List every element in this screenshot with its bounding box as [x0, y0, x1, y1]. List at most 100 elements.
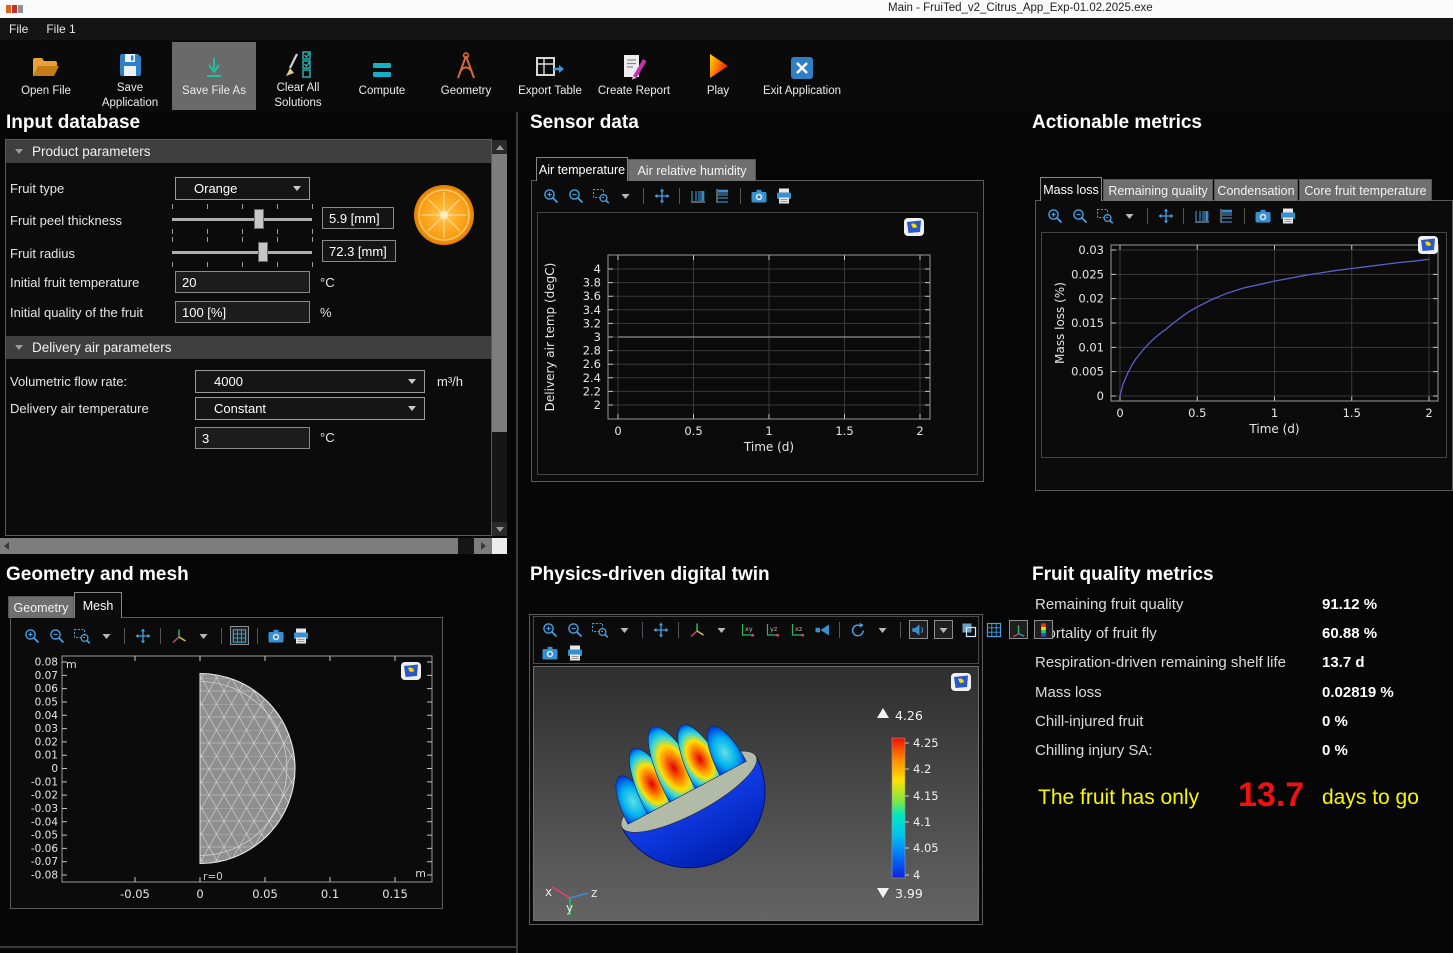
axes-icon[interactable]	[1009, 620, 1028, 639]
save-application-button[interactable]: Save Application	[88, 42, 172, 110]
tab-remaining-quality[interactable]: Remaining quality	[1103, 179, 1213, 201]
tab-geometry[interactable]: Geometry	[8, 596, 74, 618]
view-orientation-icon[interactable]	[169, 626, 188, 645]
view-xy-icon[interactable]: xy	[737, 620, 756, 639]
fruit-radius-value[interactable]: 72.3 [mm]	[322, 240, 396, 262]
fruit-radius-slider[interactable]	[172, 237, 312, 267]
view-yz-icon[interactable]: yz	[762, 620, 781, 639]
fit-view-icon[interactable]	[652, 186, 671, 205]
zoom-box-icon[interactable]	[72, 626, 91, 645]
view-orientation-icon[interactable]	[687, 620, 706, 639]
caret-icon[interactable]	[873, 620, 892, 639]
flow-rate-select[interactable]: 4000	[195, 370, 425, 393]
transparency-icon[interactable]	[959, 620, 978, 639]
tab-condensation[interactable]: Condensation	[1214, 179, 1298, 201]
zoom-in-icon[interactable]	[1045, 206, 1064, 225]
geometry-button[interactable]: Geometry	[424, 42, 508, 110]
legend-icon[interactable]	[1034, 620, 1053, 639]
y-log-icon[interactable]	[1217, 206, 1236, 225]
exit-application-button[interactable]: Exit Application	[760, 42, 844, 110]
horizontal-scrollbar[interactable]	[0, 538, 492, 554]
tab-air-relative-humidity[interactable]: Air relative humidity	[628, 159, 756, 181]
fit-view-icon[interactable]	[133, 626, 152, 645]
speaker-icon[interactable]	[909, 620, 928, 639]
view-xz-icon[interactable]: xz	[787, 620, 806, 639]
caret-icon[interactable]	[1120, 206, 1139, 225]
tab-air-temperature[interactable]: Air temperature	[536, 157, 628, 181]
collapse-icon[interactable]	[15, 149, 23, 154]
initial-temp-input[interactable]: 20	[175, 271, 310, 293]
product-parameters-header[interactable]: Product parameters	[6, 140, 491, 163]
peel-thickness-label: Fruit peel thickness	[10, 213, 122, 228]
scroll-up-button[interactable]	[492, 140, 507, 154]
slider-thumb[interactable]	[258, 242, 268, 262]
camera-icon[interactable]	[749, 186, 768, 205]
print-icon[interactable]	[1278, 206, 1297, 225]
fruit-type-select[interactable]: Orange	[175, 177, 310, 200]
delivery-air-header[interactable]: Delivery air parameters	[6, 336, 491, 359]
export-table-button[interactable]: Export Table	[508, 42, 592, 110]
constant-temp-input[interactable]: 3	[195, 427, 310, 449]
tab-mass-loss[interactable]: Mass loss	[1040, 177, 1102, 201]
mass-loss-chart[interactable]: 00.511.5200.0050.010.0150.020.0250.03Tim…	[1041, 232, 1447, 458]
caret-icon[interactable]	[934, 620, 953, 639]
tab-mesh[interactable]: Mesh	[74, 592, 122, 618]
air-temperature-chart[interactable]: 00.511.5222.22.42.62.833.23.43.63.84Time…	[537, 212, 978, 475]
zoom-in-icon[interactable]	[22, 626, 41, 645]
clear-all-solutions-button[interactable]: Clear All Solutions	[256, 42, 340, 110]
compute-button[interactable]: Compute	[340, 42, 424, 110]
svg-text:1: 1	[1271, 406, 1278, 420]
caret-icon[interactable]	[615, 620, 634, 639]
perspective-icon[interactable]	[812, 620, 831, 639]
y-log-icon[interactable]	[713, 186, 732, 205]
initial-quality-input[interactable]: 100 [%]	[175, 301, 310, 323]
zoom-box-icon[interactable]	[591, 186, 610, 205]
rotate-icon[interactable]	[848, 620, 867, 639]
fit-view-icon[interactable]	[1156, 206, 1175, 225]
open-file-button[interactable]: Open File	[4, 42, 88, 110]
print-icon[interactable]	[774, 186, 793, 205]
caret-icon[interactable]	[194, 626, 213, 645]
mesh-plot[interactable]: -0.0500.050.10.150.080.070.060.050.040.0…	[14, 652, 442, 906]
scroll-right-button[interactable]	[476, 538, 490, 554]
zoom-in-icon[interactable]	[540, 620, 559, 639]
create-report-button[interactable]: Create Report	[592, 42, 676, 110]
caret-icon[interactable]	[616, 186, 635, 205]
air-temp-mode-select[interactable]: Constant	[195, 397, 425, 420]
svg-text:4.1: 4.1	[913, 815, 931, 829]
scrollbar-thumb[interactable]	[492, 154, 507, 432]
grid-icon[interactable]	[230, 626, 249, 645]
zoom-box-icon[interactable]	[1095, 206, 1114, 225]
scroll-down-button[interactable]	[492, 522, 507, 536]
zoom-out-icon[interactable]	[566, 186, 585, 205]
menu-file-1[interactable]: File 1	[37, 22, 84, 36]
collapse-icon[interactable]	[15, 345, 23, 350]
slider-thumb[interactable]	[254, 209, 264, 229]
zoom-in-icon[interactable]	[541, 186, 560, 205]
grid-icon[interactable]	[984, 620, 1003, 639]
camera-icon[interactable]	[266, 626, 285, 645]
print-icon[interactable]	[291, 626, 310, 645]
tab-core-fruit-temperature[interactable]: Core fruit temperature	[1299, 179, 1432, 201]
vertical-scrollbar[interactable]	[492, 140, 507, 536]
zoom-out-icon[interactable]	[1070, 206, 1089, 225]
zoom-out-icon[interactable]	[565, 620, 584, 639]
scroll-left-button[interactable]	[0, 538, 13, 554]
x-log-icon[interactable]	[1192, 206, 1211, 225]
caret-icon[interactable]	[97, 626, 116, 645]
peel-thickness-value[interactable]: 5.9 [mm]	[322, 207, 394, 229]
camera-icon[interactable]	[540, 643, 559, 662]
peel-thickness-slider[interactable]	[172, 204, 312, 234]
caret-icon[interactable]	[712, 620, 731, 639]
camera-icon[interactable]	[1253, 206, 1272, 225]
zoom-out-icon[interactable]	[47, 626, 66, 645]
svg-text:Mass loss (%): Mass loss (%)	[1053, 282, 1067, 364]
menu-file[interactable]: File	[0, 22, 37, 36]
save-file-as-button[interactable]: Save File As	[172, 42, 256, 110]
digital-twin-plot[interactable]: x y z 4.26 4.254.24.154.14.054 3.99	[533, 666, 979, 921]
print-icon[interactable]	[565, 643, 584, 662]
x-log-icon[interactable]	[688, 186, 707, 205]
zoom-box-icon[interactable]	[590, 620, 609, 639]
play-button[interactable]: Play	[676, 42, 760, 110]
fit-view-icon[interactable]	[651, 620, 670, 639]
